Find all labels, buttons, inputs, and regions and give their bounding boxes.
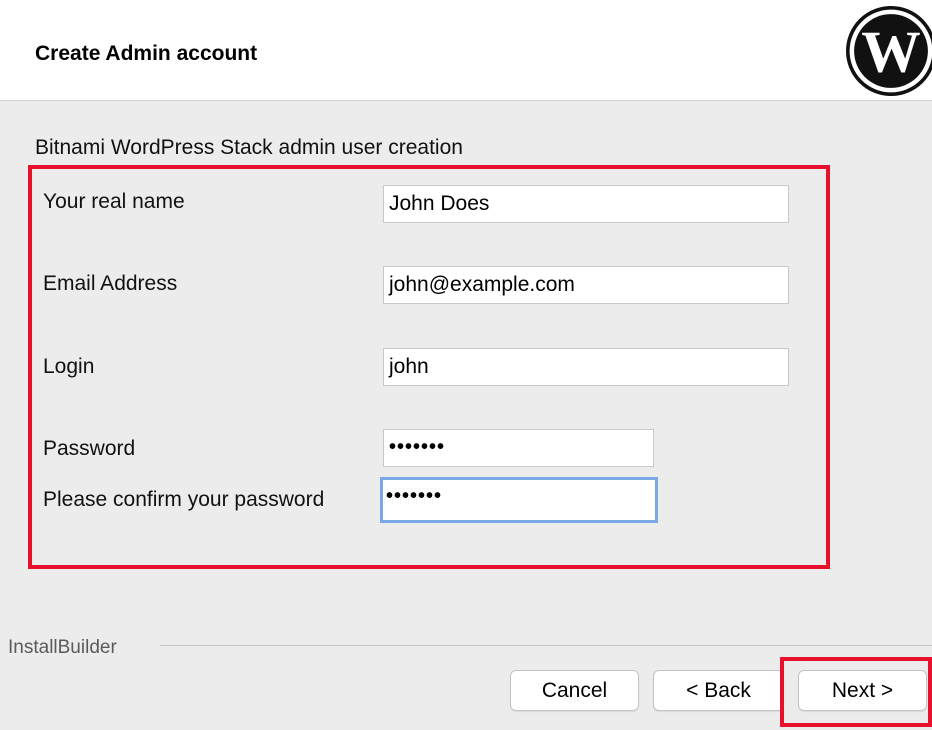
email-input[interactable]: john@example.com (383, 266, 789, 304)
email-label: Email Address (43, 272, 178, 295)
footer-divider (160, 645, 932, 646)
password-input[interactable]: ••••••• (383, 429, 654, 467)
login-label: Login (43, 355, 95, 378)
installbuilder-brand: InstallBuilder (8, 637, 117, 658)
confirm-password-label: Please confirm your password (43, 488, 325, 511)
header-bar: Create Admin account W (0, 0, 932, 101)
confirm-password-input[interactable]: ••••••• (380, 477, 658, 523)
password-label: Password (43, 437, 136, 460)
real-name-input[interactable]: John Does (383, 185, 789, 223)
svg-text:W: W (861, 19, 920, 85)
real-name-label: Your real name (43, 190, 185, 213)
form-subtitle: Bitnami WordPress Stack admin user creat… (35, 136, 463, 159)
cancel-button[interactable]: Cancel (510, 670, 639, 711)
login-input[interactable]: john (383, 348, 789, 386)
next-highlight-box (780, 657, 932, 727)
back-button[interactable]: < Back (653, 670, 784, 711)
wordpress-logo-icon: W (846, 6, 932, 96)
page-title: Create Admin account (35, 42, 258, 65)
